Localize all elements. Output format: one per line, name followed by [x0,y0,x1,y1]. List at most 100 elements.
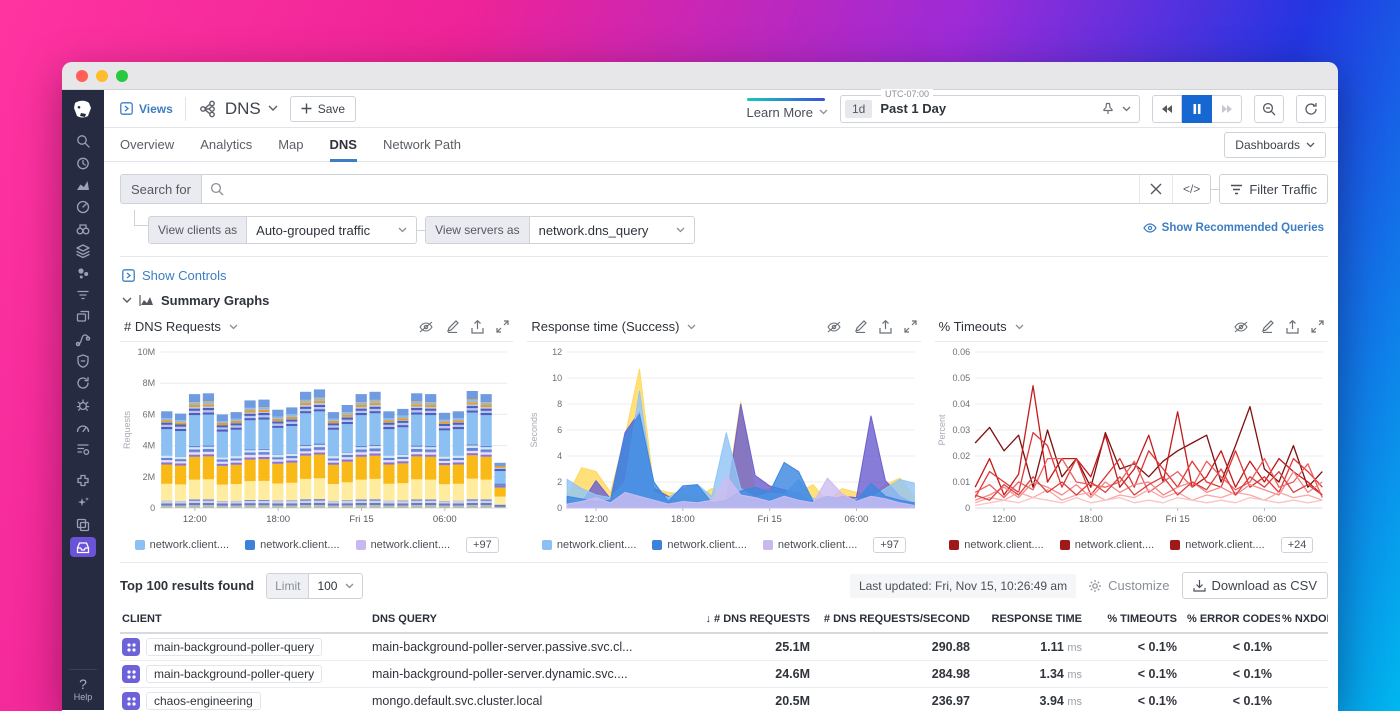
legend-more-badge[interactable]: +97 [466,537,499,553]
legend-item[interactable]: network.client.... [1170,539,1265,551]
forward-button[interactable] [1212,94,1242,123]
show-recommended-queries-link[interactable]: Show Recommended Queries [1142,222,1328,234]
share-chart-icon[interactable] [1286,319,1299,334]
filter-traffic-button[interactable]: Filter Traffic [1219,174,1328,204]
chevron-down-icon[interactable] [229,324,238,330]
dns-requests-chart[interactable]: 0 2M 4M 6M 8M 10M Requests 12:00 18:00 Fri 15 06:0… [120,342,513,532]
view-servers-dropdown[interactable]: network.dns_query [530,223,695,238]
refresh-button[interactable] [1296,94,1326,123]
minimize-window-button[interactable] [96,69,108,82]
view-clients-dropdown[interactable]: Auto-grouped traffic [247,223,416,238]
rewind-button[interactable] [1152,94,1182,123]
column-header[interactable]: ↓ # DNS REQUESTS [700,607,818,634]
client-name[interactable]: main-background-poller-query [146,638,323,656]
sidebar-item-duplicate[interactable] [62,514,104,536]
column-header[interactable]: CLIENT [120,607,370,634]
legend-item[interactable]: network.client.... [541,539,636,551]
legend-item[interactable]: network.client.... [245,539,340,551]
dns-query-cell[interactable]: main-background-poller-server.passive.sv… [370,633,700,661]
chart-title-dropdown[interactable]: Response time (Success) [531,319,679,334]
pause-button[interactable] [1182,94,1212,123]
clear-search-icon[interactable] [1138,175,1172,203]
column-header[interactable]: % ERROR CODES [1185,607,1280,634]
sidebar-item-security[interactable] [62,350,104,372]
views-button[interactable]: Views [120,102,173,116]
column-header[interactable]: % TIMEOUTS [1090,607,1185,634]
timeouts-chart[interactable]: 0 0.01 0.02 0.03 0.04 0.05 0.06 Percent 12:00 18:… [935,342,1328,532]
sidebar-item-ai-assistant[interactable] [62,492,104,514]
learn-more-dropdown[interactable]: Learn More [746,97,828,120]
download-csv-button[interactable]: Download as CSV [1181,572,1328,599]
fullscreen-chart-icon[interactable] [1311,320,1324,333]
sidebar-item-settings-list[interactable] [62,438,104,460]
close-window-button[interactable] [76,69,88,82]
sidebar-item-synthetics[interactable] [62,372,104,394]
tab-overview[interactable]: Overview [120,128,174,162]
sidebar-item-service-map[interactable] [62,328,104,350]
chevron-down-icon[interactable] [687,324,696,330]
datadog-logo-icon[interactable] [62,90,104,130]
legend-item[interactable]: network.client.... [949,539,1044,551]
table-row[interactable]: main-background-poller-query main-backgro… [120,633,1328,661]
column-header[interactable]: % NXDOMAIN [1280,607,1328,634]
sidebar-item-watchdog[interactable] [62,218,104,240]
legend-item[interactable]: network.client.... [652,539,747,551]
sidebar-item-error-tracking[interactable] [62,394,104,416]
search-input[interactable] [227,181,1139,197]
legend-item[interactable]: network.client.... [355,539,450,551]
chevron-down-icon[interactable] [1015,324,1024,330]
edit-chart-icon[interactable] [446,320,460,333]
dns-query-cell[interactable]: mongo.default.svc.cluster.local [370,687,700,710]
sidebar-item-apm[interactable] [62,262,104,284]
column-header[interactable]: DNS QUERY [370,607,700,634]
hide-chart-icon[interactable] [826,321,842,333]
zoom-window-button[interactable] [116,69,128,82]
legend-item[interactable]: network.client.... [1059,539,1154,551]
chevron-down-icon[interactable] [1122,106,1131,112]
legend-item[interactable]: network.client.... [134,539,229,551]
zoom-out-button[interactable] [1254,94,1284,123]
save-button[interactable]: Save [289,95,357,122]
show-controls-link[interactable]: Show Controls [122,268,1328,283]
sidebar-item-inbox[interactable] [62,536,104,558]
edit-chart-icon[interactable] [1261,320,1274,333]
sidebar-item-integrations[interactable] [62,470,104,492]
customize-button[interactable]: Customize [1088,578,1170,593]
chart-title-dropdown[interactable]: % Timeouts [939,319,1007,334]
dns-query-cell[interactable]: main-background-poller-server.dynamic.sv… [370,660,700,688]
time-range-picker[interactable]: UTC-07:00 1d Past 1 Day [840,88,1140,123]
table-row[interactable]: chaos-engineering mongo.default.svc.clust… [120,687,1328,710]
sidebar-item-performance[interactable] [62,416,104,438]
dashboards-dropdown[interactable]: Dashboards [1224,131,1326,158]
sidebar-item-infrastructure[interactable] [62,240,104,262]
sidebar-item-history[interactable] [62,152,104,174]
sidebar-item-dashboards[interactable] [62,196,104,218]
code-query-toggle[interactable]: </> [1171,175,1210,203]
tab-network-path[interactable]: Network Path [383,128,461,162]
sidebar-item-logs[interactable] [62,284,104,306]
column-header[interactable]: RESPONSE TIME [978,607,1090,634]
hide-chart-icon[interactable] [1233,321,1249,333]
share-chart-icon[interactable] [471,319,484,334]
edit-chart-icon[interactable] [854,320,867,333]
summary-graphs-header[interactable]: Summary Graphs [122,293,1328,308]
sidebar-item-metrics[interactable] [62,174,104,196]
legend-more-badge[interactable]: +24 [1280,537,1314,553]
client-name[interactable]: chaos-engineering [146,692,261,710]
sidebar-item-ux-monitoring[interactable] [62,306,104,328]
fullscreen-chart-icon[interactable] [904,320,917,333]
hide-chart-icon[interactable] [418,321,434,333]
client-name[interactable]: main-background-poller-query [146,665,323,683]
legend-more-badge[interactable]: +97 [873,537,907,553]
sidebar-item-search[interactable] [62,130,104,152]
response-time-chart[interactable]: 0 2 4 6 8 10 12 Seconds 12:00 18:00 Fri 15 06:00 [527,342,920,532]
column-header[interactable]: # DNS REQUESTS/SECOND [818,607,978,634]
table-row[interactable]: main-background-poller-query main-backgro… [120,660,1328,688]
sidebar-help[interactable]: ? Help [74,676,93,702]
share-chart-icon[interactable] [879,319,892,334]
limit-dropdown[interactable]: 100 [309,579,362,593]
fullscreen-chart-icon[interactable] [496,320,509,333]
pin-icon[interactable] [1102,102,1114,115]
tab-dns[interactable]: DNS [330,128,357,162]
legend-item[interactable]: network.client.... [762,539,857,551]
